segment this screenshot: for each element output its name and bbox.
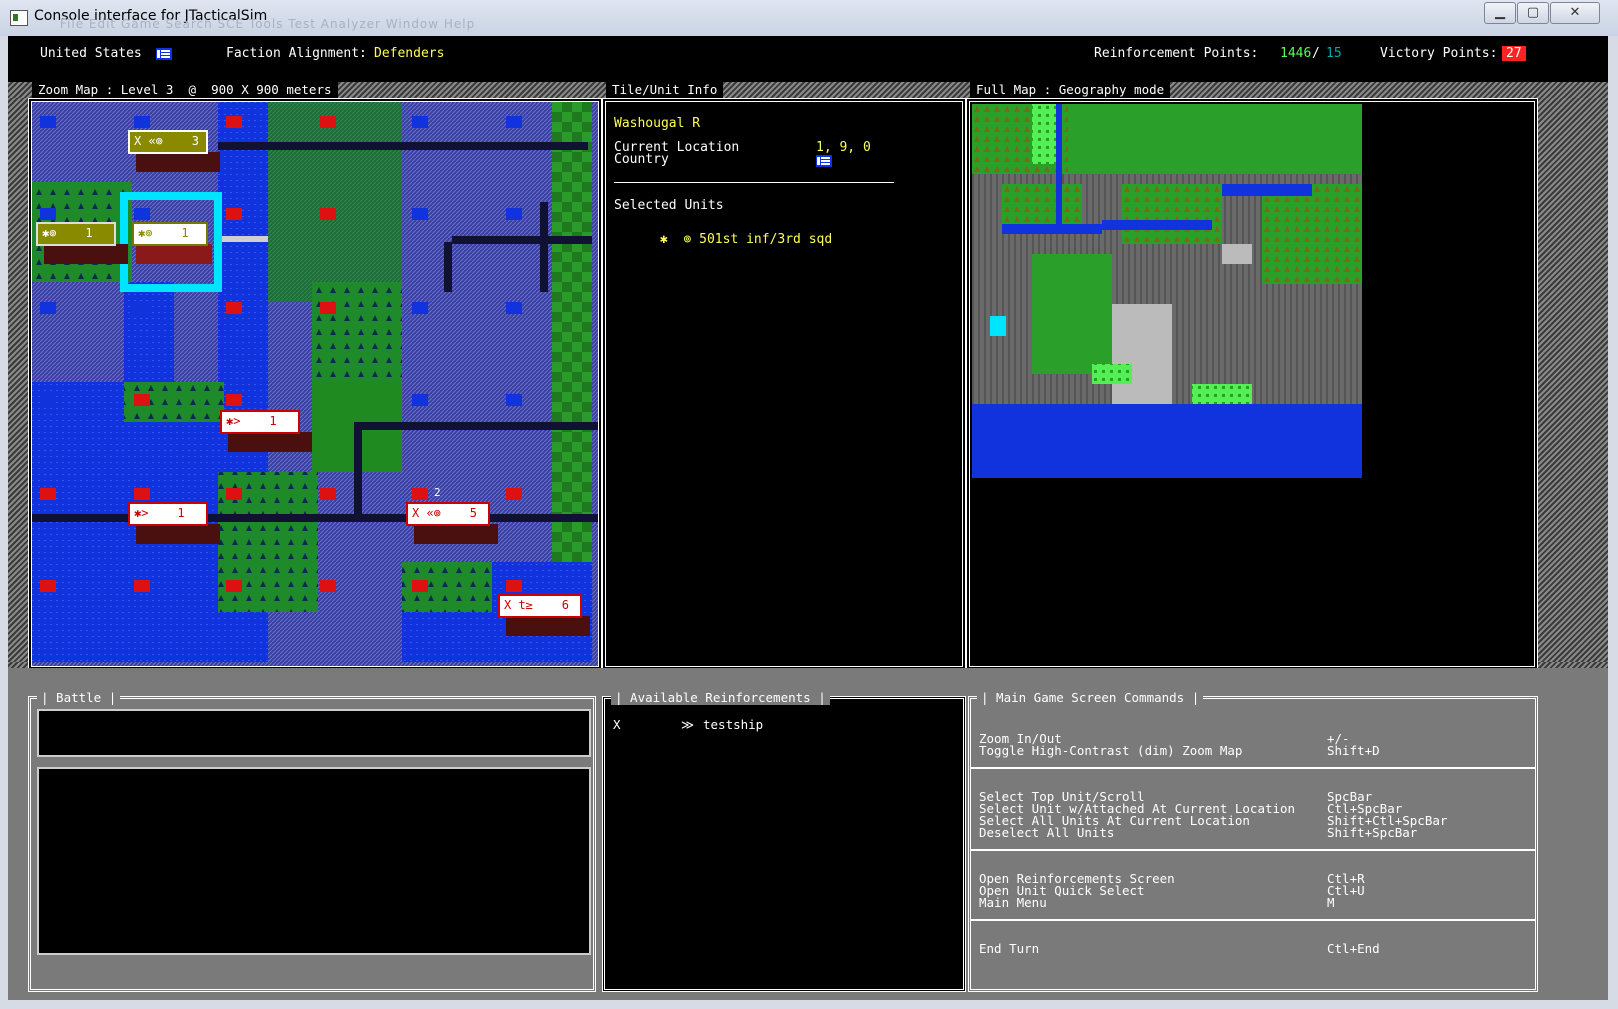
map-unit[interactable]: X t≥ 6 [498, 594, 582, 618]
minimize-button[interactable]: ▁ [1484, 2, 1516, 24]
tile-info-title: Tile/Unit Info [606, 82, 724, 98]
full-map-canvas[interactable] [972, 104, 1362, 478]
map-unit[interactable]: X «⊚ 3 [128, 130, 208, 154]
stack-count: 2 [434, 486, 441, 499]
full-map-pane[interactable] [966, 98, 1538, 670]
cmd-main-menu-key: M [1327, 895, 1335, 910]
reinforcements-title: | Available Reinforcements | [611, 690, 830, 705]
cmd-contrast-key: Shift+D [1327, 743, 1380, 758]
map-unit[interactable]: ✱> 1 [220, 410, 300, 434]
menu-ghost: File Edit Game Search SCE Tools Test Ana… [60, 17, 476, 31]
reinforcement-sep: / [1312, 46, 1320, 61]
country-flag-icon [816, 153, 832, 168]
status-bar: United States Faction Alignment: Defende… [8, 36, 1608, 70]
reinforcement-current: 1446 [1280, 46, 1312, 61]
console-area: United States Faction Alignment: Defende… [8, 36, 1608, 1000]
country-label: Country [614, 152, 669, 167]
reinforcement-item[interactable]: X ≫ testship [613, 717, 763, 732]
cmd-deselect-key: Shift+SpcBar [1327, 825, 1418, 840]
map-unit[interactable]: X «⊚ 5 [406, 502, 490, 526]
right-gutter [1536, 98, 1608, 668]
faction-label: Faction Alignment: [226, 46, 367, 61]
cmd-end-turn-key: Ctl+End [1327, 941, 1380, 956]
map-unit[interactable]: ✱> 1 [128, 502, 208, 526]
ship-icon: ≫ [681, 717, 695, 732]
divider [971, 849, 1535, 851]
victory-label: Victory Points: [1380, 46, 1498, 61]
faction-value: Defenders [374, 46, 445, 61]
selected-units-label: Selected Units [614, 198, 724, 213]
divider [971, 767, 1535, 769]
left-gutter [8, 98, 28, 668]
zoom-map-canvas[interactable] [32, 102, 598, 666]
cmd-contrast: Toggle High-Contrast (dim) Zoom Map [979, 743, 1243, 758]
full-map-title: Full Map : Geography mode [970, 82, 1171, 98]
zoom-map-title: Zoom Map : Level 3 @ 900 X 900 meters [32, 82, 338, 98]
reinforcement-mark: X [613, 717, 621, 732]
window-titlebar: Console interface for JTacticalSim File … [0, 0, 1618, 36]
tile-info-pane: Washougal R Current Location 1, 9, 0 Cou… [602, 98, 966, 670]
country-flag-icon [156, 46, 172, 61]
commands-panel: | Main Game Screen Commands | Zoom In/Ou… [968, 690, 1538, 992]
reinforcement-label: Reinforcement Points: [1094, 46, 1259, 61]
battle-title: | Battle | [37, 690, 121, 705]
cmd-end-turn: End Turn [979, 941, 1040, 956]
divider [614, 182, 894, 183]
battle-log-box [37, 767, 591, 955]
maximize-button[interactable]: ▢ [1517, 2, 1549, 24]
cmd-deselect: Deselect All Units [979, 825, 1115, 840]
map-unit-selected[interactable]: ✱⊚ 1 [132, 222, 208, 246]
map-unit[interactable]: ✱⊚ 1 [36, 222, 116, 246]
commands-title: | Main Game Screen Commands | [977, 690, 1204, 705]
app-icon [10, 10, 28, 26]
cmd-main-menu: Main Menu [979, 895, 1047, 910]
divider [971, 919, 1535, 921]
battle-summary-box [37, 709, 591, 757]
battle-panel: | Battle | [28, 690, 596, 992]
panel-header-bar: Zoom Map : Level 3 @ 900 X 900 meters Ti… [8, 82, 1608, 98]
reinforcements-panel: | Available Reinforcements | X ≫ testshi… [602, 690, 966, 992]
selected-unit-item[interactable]: ✱ ⊚ 501st inf/3rd sqd [660, 232, 832, 247]
tile-name: Washougal R [614, 116, 701, 131]
victory-value: 27 [1502, 46, 1526, 61]
zoom-map-pane[interactable]: X «⊚ 3 ✱⊚ 1 ✱⊚ 1 ✱> 1 ✱> 1 X «⊚ 5 X t≥ 6… [28, 98, 602, 670]
bottom-panels: | Battle | | Available Reinforcements | … [8, 668, 1608, 1000]
reinforcement-per-turn: 15 [1326, 46, 1342, 61]
country-name: United States [40, 46, 142, 61]
close-button[interactable]: ✕ [1550, 2, 1600, 24]
reinforcement-name: testship [703, 717, 764, 732]
